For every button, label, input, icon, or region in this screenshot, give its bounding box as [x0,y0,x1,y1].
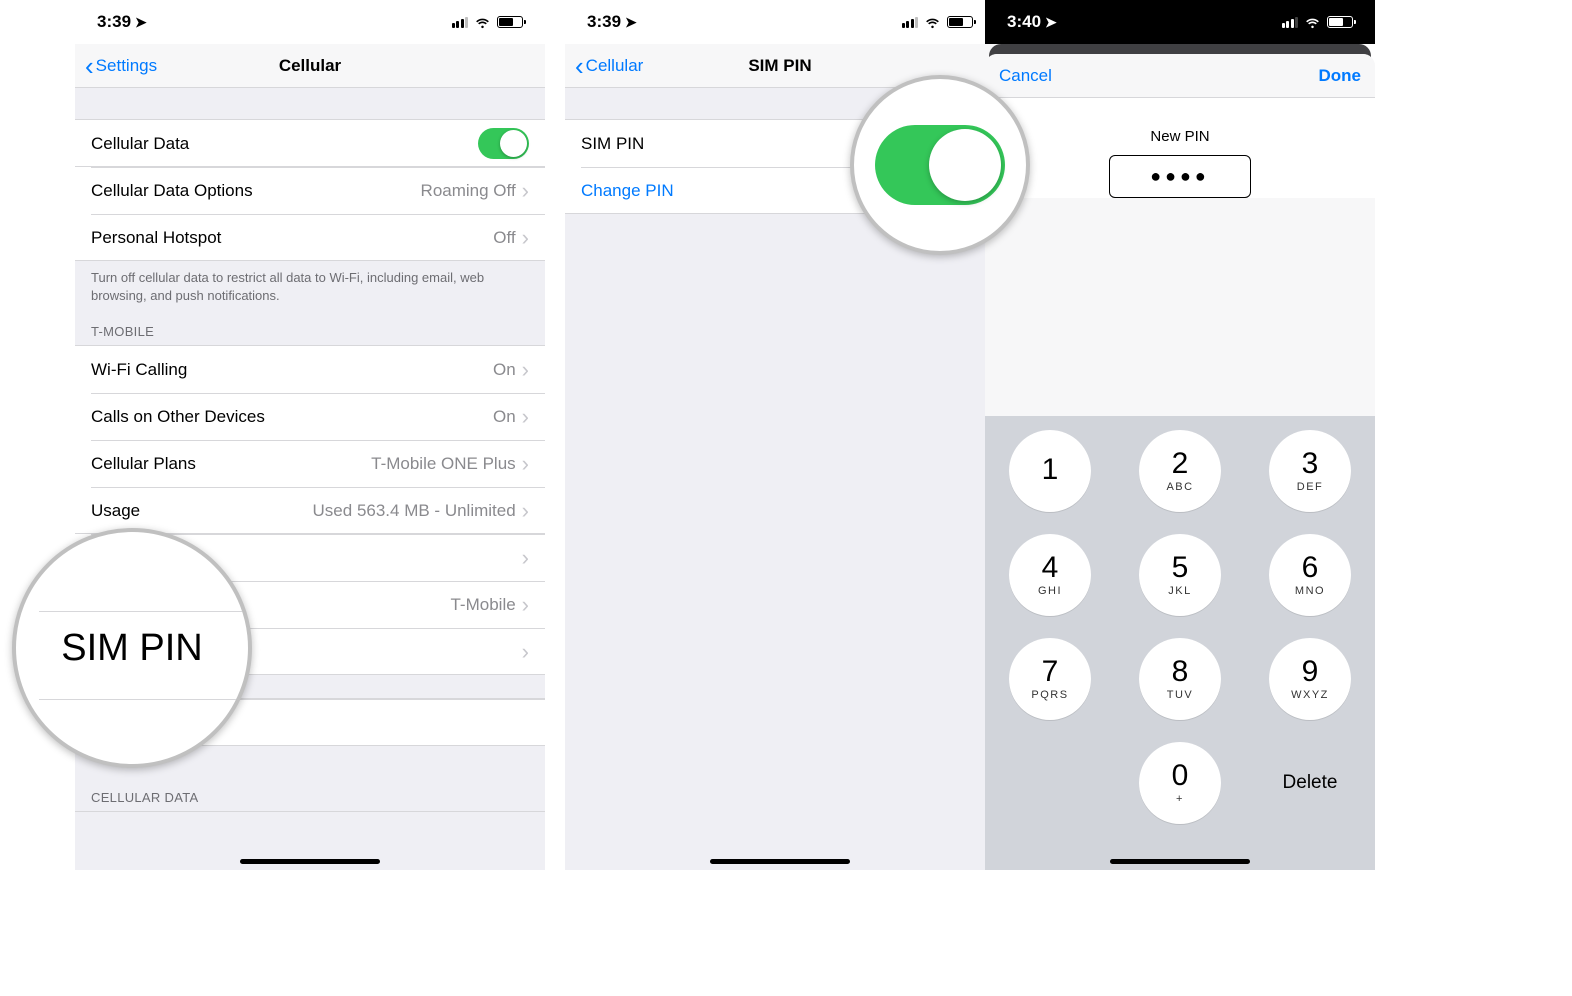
key-2[interactable]: 2ABC [1139,430,1221,512]
wifi-icon [924,14,941,31]
cellular-plans-detail: T-Mobile ONE Plus [371,454,516,474]
pin-input[interactable]: ●●●● [1109,155,1251,198]
numeric-keypad: 1 2ABC 3DEF 4GHI 5JKL 6MNO 7PQRS 8TUV 9W… [985,416,1375,870]
carrier-section-header: T-MOBILE [75,308,545,346]
screenshot-new-pin: 3:40 ➤ Cancel Done New PIN ●●●● [985,0,1375,870]
key-1[interactable]: 1 [1009,430,1091,512]
battery-icon [497,16,523,28]
location-icon: ➤ [625,14,637,31]
location-icon: ➤ [1045,14,1057,31]
status-bar: 3:40 ➤ [985,0,1375,44]
key-5[interactable]: 5JKL [1139,534,1221,616]
status-time: 3:39 [587,12,621,32]
battery-icon [1327,16,1353,28]
page-title: SIM PIN [748,56,811,76]
key-0[interactable]: 0+ [1139,742,1221,824]
key-7[interactable]: 7PQRS [1009,638,1091,720]
zoom-toggle-on [875,125,1005,205]
screenshot-cellular-settings: 3:39 ➤ ‹ Settings Cellular Cellular Data [75,0,545,870]
nav-bar: ‹ Settings Cellular [75,44,545,88]
back-label: Cellular [586,56,644,76]
cellular-data-options-label: Cellular Data Options [91,181,421,201]
cellular-data-footer: Turn off cellular data to restrict all d… [75,261,545,308]
cellular-data-label: Cellular Data [91,134,478,154]
cellular-data-options-detail: Roaming Off [421,181,516,201]
key-6[interactable]: 6MNO [1269,534,1351,616]
home-indicator[interactable] [710,859,850,864]
zoom-callout-toggle [850,75,1030,255]
usage-label: Usage [91,501,313,521]
new-pin-label: New PIN [985,128,1375,145]
back-button[interactable]: ‹ Cellular [575,56,643,76]
key-blank [1009,742,1091,824]
key-delete[interactable]: Delete [1269,742,1351,824]
calls-other-devices-row[interactable]: Calls on Other Devices On › [75,393,545,440]
back-button[interactable]: ‹ Settings [85,56,157,76]
home-indicator[interactable] [1110,859,1250,864]
signal-icon [1282,17,1299,28]
status-bar: 3:39 ➤ [565,0,995,44]
wifi-icon [474,14,491,31]
cellular-plans-label: Cellular Plans [91,454,371,474]
status-time: 3:40 [1007,12,1041,32]
usage-detail: Used 563.4 MB - Unlimited [313,501,516,521]
cellular-data-toggle[interactable] [478,128,529,159]
key-3[interactable]: 3DEF [1269,430,1351,512]
wifi-icon [1304,14,1321,31]
back-label: Settings [96,56,157,76]
calls-other-label: Calls on Other Devices [91,407,493,427]
done-button[interactable]: Done [1319,66,1362,86]
wifi-calling-label: Wi-Fi Calling [91,360,493,380]
usage-row[interactable]: Usage Used 563.4 MB - Unlimited › [75,487,545,534]
home-indicator[interactable] [240,859,380,864]
wifi-calling-detail: On [493,360,516,380]
zoom-sim-pin-label: SIM PIN [61,627,202,670]
status-time: 3:39 [97,12,131,32]
cellular-data-options-row[interactable]: Cellular Data Options Roaming Off › [75,167,545,214]
personal-hotspot-row[interactable]: Personal Hotspot Off › [75,214,545,261]
wifi-calling-row[interactable]: Wi-Fi Calling On › [75,346,545,393]
key-8[interactable]: 8TUV [1139,638,1221,720]
location-icon: ➤ [135,14,147,31]
personal-hotspot-detail: Off [493,228,515,248]
battery-icon [947,16,973,28]
key-9[interactable]: 9WXYZ [1269,638,1351,720]
cellular-plans-row[interactable]: Cellular Plans T-Mobile ONE Plus › [75,440,545,487]
personal-hotspot-label: Personal Hotspot [91,228,493,248]
calls-other-detail: On [493,407,516,427]
zoom-callout-sim-pin: SIM PIN [12,528,252,768]
carrier-detail: T-Mobile [450,595,515,615]
signal-icon [452,17,469,28]
key-4[interactable]: 4GHI [1009,534,1091,616]
screenshot-sim-pin: 3:39 ➤ ‹ Cellular SIM PIN SIM PIN [565,0,995,870]
page-title: Cellular [279,56,341,76]
cellular-data-row[interactable]: Cellular Data [75,120,545,167]
status-bar: 3:39 ➤ [75,0,545,44]
cancel-button[interactable]: Cancel [999,66,1052,86]
signal-icon [902,17,919,28]
modal-nav-bar: Cancel Done [985,54,1375,98]
